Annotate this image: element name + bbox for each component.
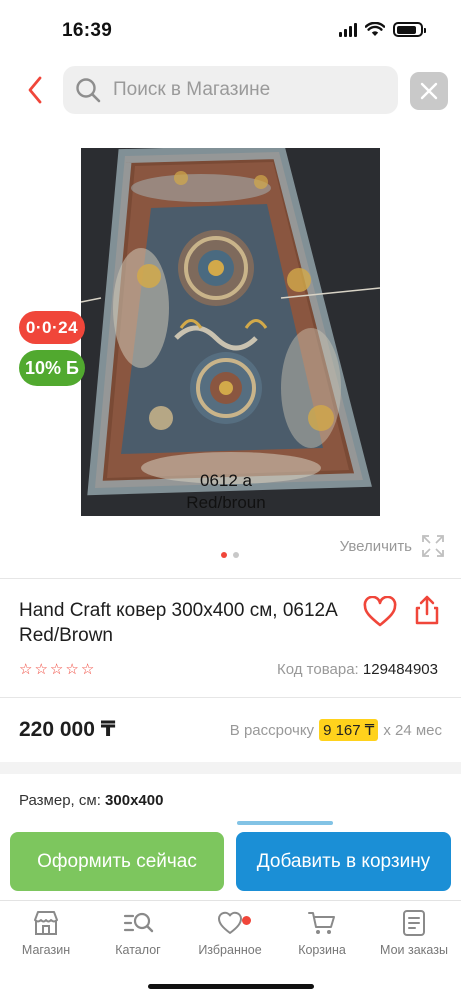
zoom-button[interactable]: Увеличить [340,535,444,557]
image-pagination [221,552,239,558]
divider [0,697,461,698]
size-row: Размер, см: 300x400 [19,792,163,809]
tab-label: Мои заказы [380,943,448,957]
installment-info[interactable]: В рассрочку 9 167 ₸ х 24 мес [230,719,442,741]
heart-icon [363,595,397,627]
product-image[interactable] [81,148,380,516]
rating-stars[interactable]: ☆ ☆ ☆ ☆ ☆ [19,660,94,678]
search-box[interactable] [63,66,398,114]
tab-label: Избранное [198,943,262,957]
sku: Код товара: 129484903 [277,661,438,678]
tab-catalog[interactable]: Каталог [92,909,184,957]
star-empty-icon: ☆ [19,661,33,678]
star-empty-icon: ☆ [65,661,79,678]
heart-icon [218,911,242,934]
timer-badge: 0·0·24 [19,311,85,344]
search-icon [76,78,101,103]
discount-badge: 10% Б [19,350,85,386]
size-value: 300x400 [105,792,164,809]
divider [0,578,461,579]
battery-icon [393,22,426,37]
tab-my-orders[interactable]: Мои заказы [368,909,460,957]
section-separator [0,762,461,774]
tab-store[interactable]: Магазин [0,909,92,957]
close-icon [420,82,438,100]
orders-icon [403,910,425,936]
sku-value: 129484903 [362,661,438,678]
status-icons [339,22,426,37]
catalog-search-icon [123,912,154,933]
expand-icon [422,535,444,557]
status-time: 16:39 [62,20,113,41]
pagination-dot-active[interactable] [221,552,227,558]
star-empty-icon: ☆ [49,661,64,678]
installment-suffix: х 24 мес [383,721,442,739]
image-caption: 0612 a Red/broun [0,470,461,514]
size-label: Размер, см: [19,792,101,809]
share-icon [415,595,439,625]
clear-search-button[interactable] [410,72,448,110]
share-button[interactable] [411,594,443,626]
tab-cart[interactable]: Корзина [276,909,368,957]
cart-icon [308,912,335,934]
chevron-left-icon [28,76,42,104]
notification-dot [242,916,251,925]
star-empty-icon: ☆ [34,661,48,678]
search-input[interactable] [113,79,373,101]
installment-amount: 9 167 ₸ [319,719,379,741]
favorite-button[interactable] [362,595,398,628]
product-title: Hand Craft ковер 300х400 см, 0612A Red/B… [19,600,337,646]
wifi-icon [365,22,385,36]
tab-label: Корзина [298,943,346,957]
add-to-cart-button[interactable]: Добавить в корзину [236,832,451,891]
status-bar: 16:39 [0,0,461,60]
zoom-label: Увеличить [339,537,412,555]
rug-photo [81,148,380,516]
tab-label: Магазин [21,943,71,957]
installment-prefix: В рассрочку [229,721,315,739]
home-indicator[interactable] [148,984,314,989]
tab-favorites[interactable]: Избранное [184,909,276,957]
back-button[interactable] [20,74,50,106]
header [0,66,461,114]
cellular-signal-icon [339,22,357,37]
image-caption-line2: Red/broun [186,493,266,512]
store-icon [34,911,58,935]
tab-label: Каталог [115,943,161,957]
image-caption-line1: 0612 a [200,471,252,490]
star-empty-icon: ☆ [80,661,95,678]
size-option-indicator [237,821,333,825]
sku-label: Код товара: [277,661,359,678]
buy-now-button[interactable]: Оформить сейчас [10,832,224,891]
pagination-dot[interactable] [233,552,239,558]
price: 220 000 ₸ [19,718,116,741]
